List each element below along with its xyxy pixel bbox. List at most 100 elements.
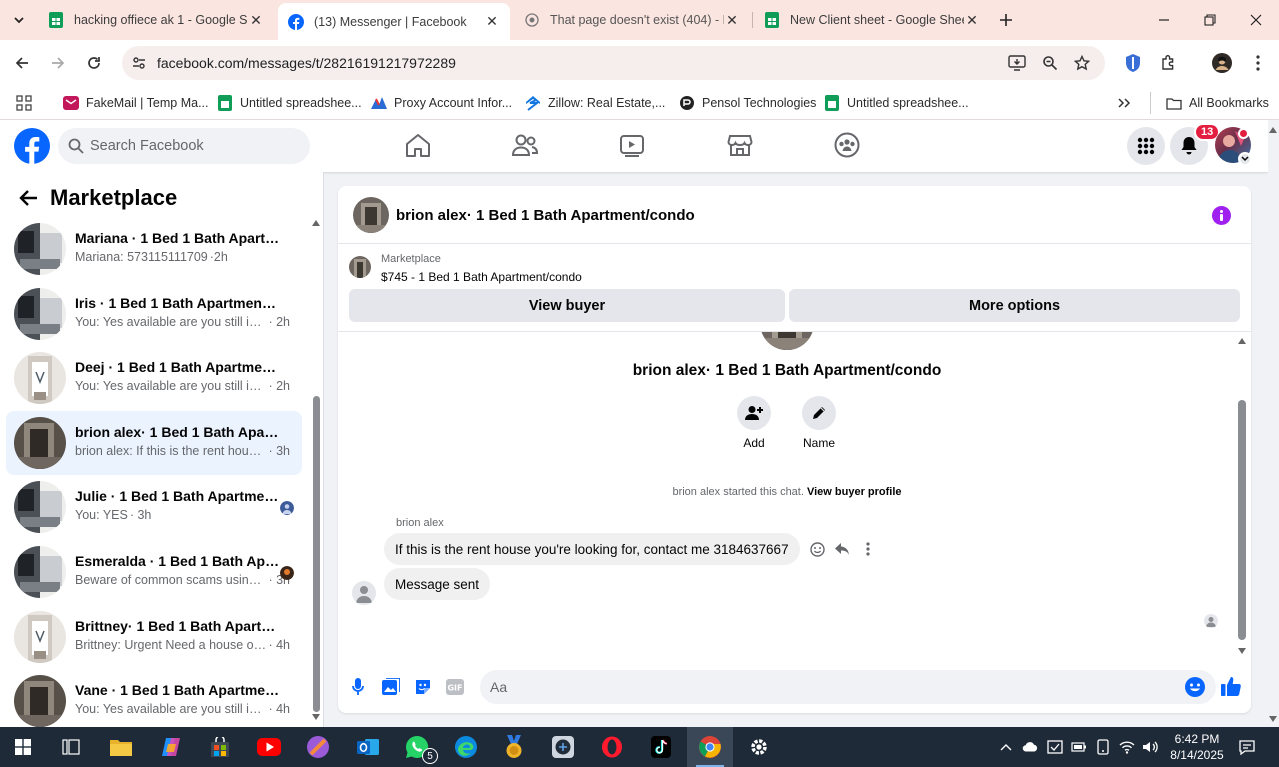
taskbar-chrome[interactable] xyxy=(687,727,733,767)
forward-button[interactable] xyxy=(47,52,69,74)
onedrive-icon[interactable] xyxy=(1022,739,1038,755)
taskbar-opera[interactable] xyxy=(589,727,635,767)
facebook-search[interactable] xyxy=(58,128,310,164)
sent-message-bubble[interactable]: Message sent xyxy=(384,568,491,600)
taskbar-copilot[interactable] xyxy=(148,727,194,767)
tab-search-button[interactable] xyxy=(8,9,30,31)
conversation-item[interactable]: brion alex· 1 Bed 1 Bath Apartment/condo… xyxy=(6,410,302,475)
bookmark-untitled-spreadsheet-1[interactable]: Untitled spreadshee... xyxy=(217,92,362,114)
task-view-button[interactable] xyxy=(48,727,94,767)
wifi-icon[interactable] xyxy=(1119,739,1135,755)
nav-friends[interactable] xyxy=(510,130,540,160)
all-bookmarks-button[interactable]: All Bookmarks xyxy=(1150,92,1269,114)
shield-extension-icon[interactable] xyxy=(1122,52,1144,74)
bookmark-untitled-spreadsheet-2[interactable]: Untitled spreadshee... xyxy=(824,92,969,114)
message-input[interactable] xyxy=(490,670,1170,704)
nav-marketplace[interactable] xyxy=(725,130,755,160)
bookmark-zillow[interactable]: Zillow: Real Estate,... xyxy=(525,92,665,114)
nickname-action[interactable]: Name xyxy=(789,396,849,450)
bookmark-fakemail[interactable]: FakeMail | Temp Ma... xyxy=(63,92,209,114)
scroll-thumb[interactable] xyxy=(313,396,320,712)
back-arrow-icon[interactable] xyxy=(16,186,40,210)
info-icon[interactable] xyxy=(1212,206,1231,225)
taskbar-outlook[interactable] xyxy=(345,727,391,767)
restore-button[interactable] xyxy=(1200,10,1220,30)
view-buyer-profile-link[interactable]: View buyer profile xyxy=(807,486,902,498)
taskbar-medal-app[interactable] xyxy=(491,727,537,767)
bookmark-star-icon[interactable] xyxy=(1073,54,1091,72)
chat-title[interactable]: brion alex· 1 Bed 1 Bath Apartment/condo xyxy=(396,207,695,224)
minimize-button[interactable] xyxy=(1154,10,1174,30)
profile-avatar[interactable] xyxy=(760,332,814,350)
conversation-item[interactable]: Iris · 1 Bed 1 Bath Apartment/condo You: … xyxy=(6,282,302,346)
close-tab-icon[interactable]: ✕ xyxy=(724,12,740,28)
bookmark-proxy-account[interactable]: Proxy Account Infor... xyxy=(371,92,512,114)
tab-hacking-sheet[interactable]: hacking offiece ak 1 - Google Sheets ✕ xyxy=(38,4,274,36)
start-button[interactable] xyxy=(0,727,46,767)
nav-home[interactable] xyxy=(403,130,433,160)
extensions-puzzle-icon[interactable] xyxy=(1158,52,1180,74)
back-button[interactable] xyxy=(11,52,33,74)
message-input-wrapper[interactable] xyxy=(480,670,1216,704)
address-bar[interactable]: facebook.com/messages/t/2821619121797228… xyxy=(122,46,1105,80)
more-actions-icon[interactable] xyxy=(859,540,877,558)
taskbar-edge[interactable] xyxy=(443,727,489,767)
notification-center-icon[interactable] xyxy=(1239,739,1255,755)
conversation-item[interactable]: Brittney· 1 Bed 1 Bath Apartment/condo Br… xyxy=(6,605,302,669)
tab-404-page[interactable]: That page doesn't exist (404) - Facebook… xyxy=(514,4,750,36)
add-person-icon[interactable] xyxy=(737,396,771,430)
conversation-item[interactable]: Julie · 1 Bed 1 Bath Apartment/condo You:… xyxy=(6,475,302,539)
show-hidden-icons[interactable] xyxy=(998,739,1014,755)
taskbar-file-explorer[interactable] xyxy=(98,727,144,767)
battery-icon[interactable] xyxy=(1071,739,1087,755)
close-tab-icon[interactable]: ✕ xyxy=(248,12,264,28)
react-emoji-icon[interactable] xyxy=(808,540,826,558)
close-tab-icon[interactable]: ✕ xyxy=(964,12,980,28)
account-chevron-icon[interactable] xyxy=(1238,152,1252,166)
tab-messenger[interactable]: (13) Messenger | Facebook ✕ xyxy=(278,3,510,40)
conversation-scrollbar[interactable] xyxy=(312,216,320,726)
taskbar-microsoft-store[interactable] xyxy=(197,727,243,767)
microphone-icon[interactable] xyxy=(348,677,368,697)
volume-icon[interactable] xyxy=(1142,739,1158,755)
install-app-icon[interactable] xyxy=(1008,54,1026,72)
reply-icon[interactable] xyxy=(833,540,851,558)
taskbar-settings[interactable] xyxy=(736,727,782,767)
site-settings-icon[interactable] xyxy=(130,54,148,72)
profile-avatar-icon[interactable] xyxy=(1211,52,1233,74)
chrome-menu-button[interactable] xyxy=(1247,52,1269,74)
tab-new-client-sheet[interactable]: New Client sheet - Google Sheets ✕ xyxy=(754,4,990,36)
pencil-icon[interactable] xyxy=(802,396,836,430)
menu-button[interactable] xyxy=(1127,127,1165,165)
zoom-icon[interactable] xyxy=(1041,54,1059,72)
screen-capture-icon[interactable] xyxy=(1047,739,1063,755)
conversation-item[interactable]: Esmeralda · 1 Bed 1 Bath Apartment/condo… xyxy=(6,540,302,604)
chat-scrollbar[interactable] xyxy=(1236,332,1248,658)
taskbar-youtube[interactable] xyxy=(246,727,292,767)
url-text[interactable]: facebook.com/messages/t/2821619121797228… xyxy=(157,55,456,71)
gif-icon[interactable]: GIF xyxy=(445,677,465,697)
facebook-logo-icon[interactable] xyxy=(14,128,50,164)
new-tab-button[interactable] xyxy=(996,10,1016,30)
close-tab-icon[interactable]: ✕ xyxy=(484,13,500,30)
bookmarks-overflow-button[interactable] xyxy=(1117,92,1131,114)
chat-avatar[interactable] xyxy=(353,197,389,233)
listing-price[interactable]: $745 - 1 Bed 1 Bath Apartment/condo xyxy=(381,270,582,284)
system-clock[interactable]: 6:42 PM 8/14/2025 xyxy=(1164,731,1230,763)
taskbar-tiktok[interactable] xyxy=(638,727,684,767)
add-contact-action[interactable]: Add xyxy=(724,396,784,450)
photo-icon[interactable] xyxy=(381,677,401,697)
page-scrollbar[interactable] xyxy=(1268,120,1279,727)
scroll-thumb[interactable] xyxy=(1238,400,1246,640)
taskbar-app-orb[interactable] xyxy=(295,727,341,767)
device-icon[interactable] xyxy=(1095,739,1111,755)
search-input[interactable] xyxy=(90,128,300,164)
conversation-item[interactable]: Mariana · 1 Bed 1 Bath Apartment/condo Ma… xyxy=(6,217,302,281)
apps-button[interactable] xyxy=(16,92,32,114)
listing-thumbnail[interactable] xyxy=(349,256,371,278)
thumbs-up-icon[interactable] xyxy=(1220,675,1242,697)
close-window-button[interactable] xyxy=(1246,10,1266,30)
received-message-bubble[interactable]: If this is the rent house you're looking… xyxy=(384,533,800,565)
taskbar-app-dark[interactable] xyxy=(540,727,586,767)
conversation-item[interactable]: Vane · 1 Bed 1 Bath Apartment/condo You: … xyxy=(6,669,302,727)
